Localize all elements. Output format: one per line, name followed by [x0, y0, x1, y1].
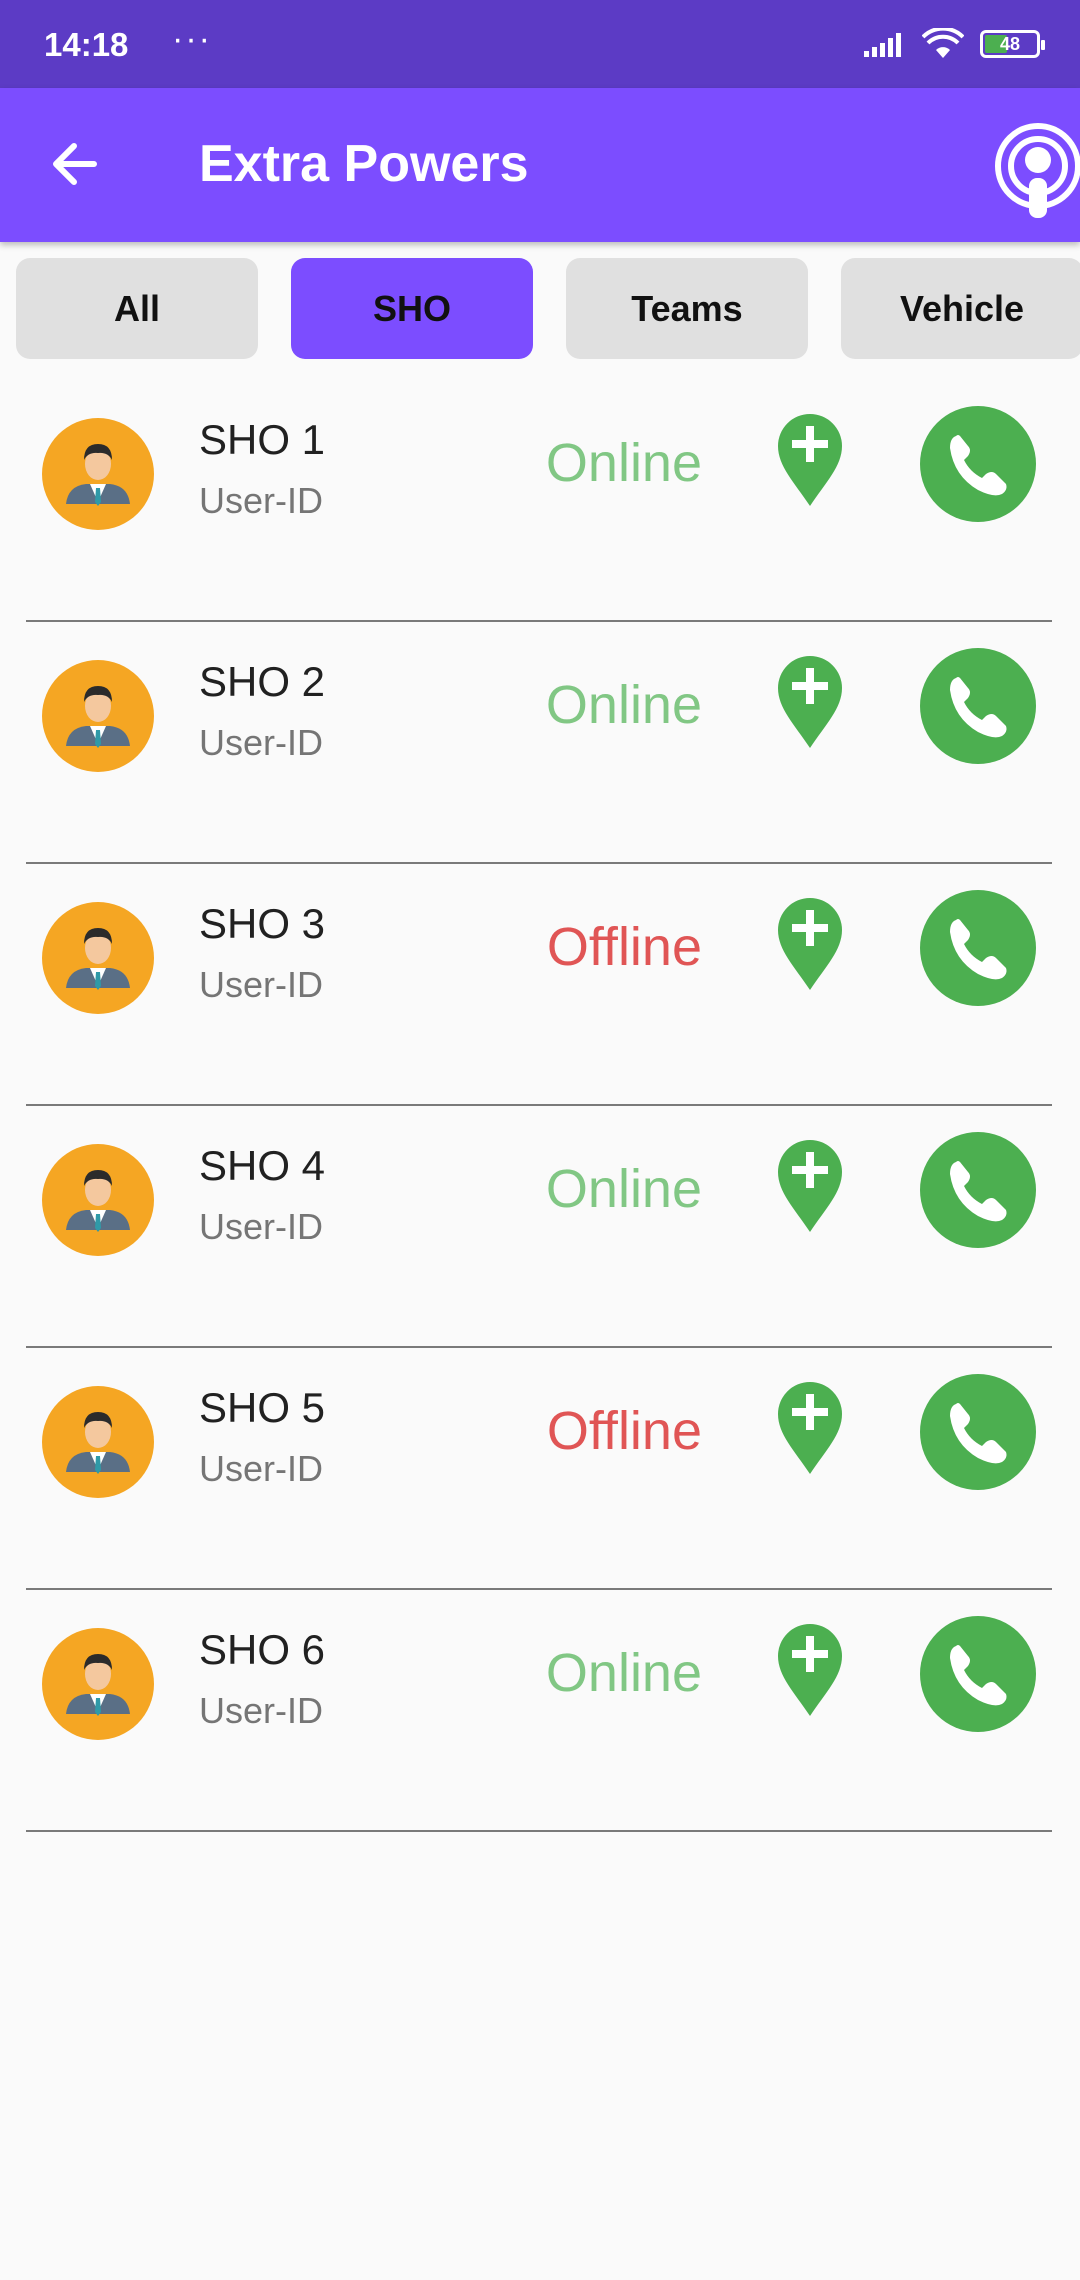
businessman-avatar-icon — [42, 902, 154, 1014]
tab-sho[interactable]: SHO — [291, 258, 533, 359]
status-label: Online — [545, 1159, 702, 1219]
phone-icon[interactable] — [920, 648, 1036, 764]
list-item[interactable]: SHO 3 User-ID Offline — [0, 864, 1080, 1106]
list-item[interactable]: SHO 2 User-ID Online — [0, 622, 1080, 864]
contact-name: SHO 5 — [199, 1384, 326, 1431]
status-label: Online — [545, 1643, 702, 1703]
tab-vehicle[interactable]: Vehicle — [841, 258, 1080, 359]
contact-name: SHO 4 — [199, 1142, 326, 1189]
add-location-icon[interactable] — [774, 896, 846, 992]
phone-icon[interactable] — [920, 1132, 1036, 1248]
status-bar: 14:18 ··· 48 — [0, 0, 1080, 88]
status-label: Online — [545, 433, 702, 493]
contact-name: SHO 6 — [199, 1626, 326, 1673]
phone-icon[interactable] — [920, 1374, 1036, 1490]
tab-all[interactable]: All — [16, 258, 258, 359]
contact-user-id: User-ID — [199, 1690, 323, 1731]
divider — [26, 1830, 1052, 1832]
add-location-icon[interactable] — [774, 1622, 846, 1718]
status-label: Offline — [546, 1401, 702, 1461]
businessman-avatar-icon — [42, 660, 154, 772]
back-arrow-icon[interactable] — [44, 132, 108, 196]
filter-tabs: All SHO Teams Vehicle — [0, 258, 1080, 360]
list-item[interactable]: SHO 6 User-ID Online — [0, 1590, 1080, 1832]
contact-name: SHO 1 — [199, 416, 326, 463]
add-location-icon[interactable] — [774, 1380, 846, 1476]
app-bar: Extra Powers — [0, 88, 1080, 242]
contact-name: SHO 2 — [199, 658, 326, 705]
status-icons: 48 — [862, 28, 1045, 60]
businessman-avatar-icon — [42, 1628, 154, 1740]
add-location-icon[interactable] — [774, 1138, 846, 1234]
battery-icon: 48 — [980, 30, 1045, 58]
phone-icon[interactable] — [920, 890, 1036, 1006]
podcast-icon[interactable] — [994, 118, 1080, 218]
businessman-avatar-icon — [42, 1386, 154, 1498]
contact-user-id: User-ID — [199, 722, 323, 763]
contact-user-id: User-ID — [199, 1206, 323, 1247]
phone-icon[interactable] — [920, 406, 1036, 522]
phone-icon[interactable] — [920, 1616, 1036, 1732]
list-item[interactable]: SHO 5 User-ID Offline — [0, 1348, 1080, 1590]
businessman-avatar-icon — [42, 418, 154, 530]
contact-user-id: User-ID — [199, 1448, 323, 1489]
wifi-icon — [922, 28, 964, 58]
status-label: Offline — [546, 917, 702, 977]
contact-name: SHO 3 — [199, 900, 326, 947]
list-item[interactable]: SHO 4 User-ID Online — [0, 1106, 1080, 1348]
tab-teams[interactable]: Teams — [566, 258, 808, 359]
status-time: 14:18 — [44, 26, 129, 63]
contact-user-id: User-ID — [199, 964, 323, 1005]
notification-dots-icon: ··· — [172, 20, 212, 58]
businessman-avatar-icon — [42, 1144, 154, 1256]
battery-level: 48 — [999, 34, 1021, 54]
add-location-icon[interactable] — [774, 654, 846, 750]
list-item[interactable]: SHO 1 User-ID Online — [0, 380, 1080, 622]
contact-user-id: User-ID — [199, 480, 323, 521]
add-location-icon[interactable] — [774, 412, 846, 508]
status-label: Online — [545, 675, 702, 735]
signal-icon — [864, 33, 901, 57]
page-title: Extra Powers — [199, 135, 529, 193]
